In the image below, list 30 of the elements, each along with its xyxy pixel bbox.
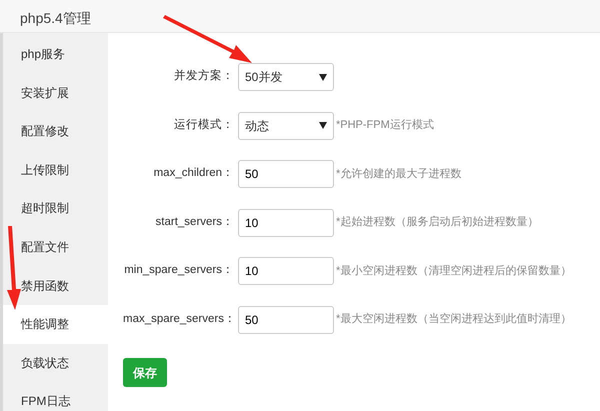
field-hint: *起始进程数（服务启动后初始进程数量） xyxy=(335,214,538,230)
dropdown[interactable]: 50并发 xyxy=(238,63,334,91)
field-label: min_spare_servers： xyxy=(123,263,235,278)
input-field[interactable]: 50 xyxy=(238,160,334,188)
field-hint: *最大空闲进程数（当空闲进程达到此值时清理） xyxy=(335,312,572,328)
field-label: 运行模式： xyxy=(173,118,235,133)
sidebar-item[interactable]: 性能调整 xyxy=(3,305,108,344)
sidebar-item[interactable]: 安装扩展 xyxy=(3,74,108,112)
field-hint: *PHP-FPM运行模式 xyxy=(335,118,434,134)
input-field[interactable]: 10 xyxy=(238,208,334,236)
sidebar-item[interactable]: 禁用函数 xyxy=(3,266,108,306)
sidebar-item[interactable]: 超时限制 xyxy=(3,189,108,228)
sidebar-item[interactable]: 上传限制 xyxy=(3,150,108,190)
caret-icon xyxy=(319,122,327,129)
window-title: php5.4管理 xyxy=(0,0,600,33)
field-hint: *最小空闲进程数（清理空闲进程后的保留数量） xyxy=(335,264,572,279)
caret-icon xyxy=(319,74,327,80)
field-label: max_spare_servers： xyxy=(123,312,237,327)
sidebar-item[interactable]: 配置修改 xyxy=(3,112,108,151)
field-label: max_children： xyxy=(152,166,235,182)
dropdown[interactable]: 动态 xyxy=(238,112,334,140)
field-hint: *允许创建的最大子进程数 xyxy=(335,166,462,182)
input-field[interactable]: 10 xyxy=(238,257,334,285)
sidebar-item[interactable]: FPM日志 xyxy=(3,382,108,411)
field-label: 并发方案： xyxy=(173,68,235,84)
field-label: start_servers： xyxy=(154,214,235,230)
sidebar-item[interactable]: php服务 xyxy=(3,35,108,74)
sidebar-item[interactable]: 配置文件 xyxy=(3,228,108,267)
sidebar-item[interactable]: 负载状态 xyxy=(3,344,108,382)
input-field[interactable]: 50 xyxy=(238,306,334,334)
